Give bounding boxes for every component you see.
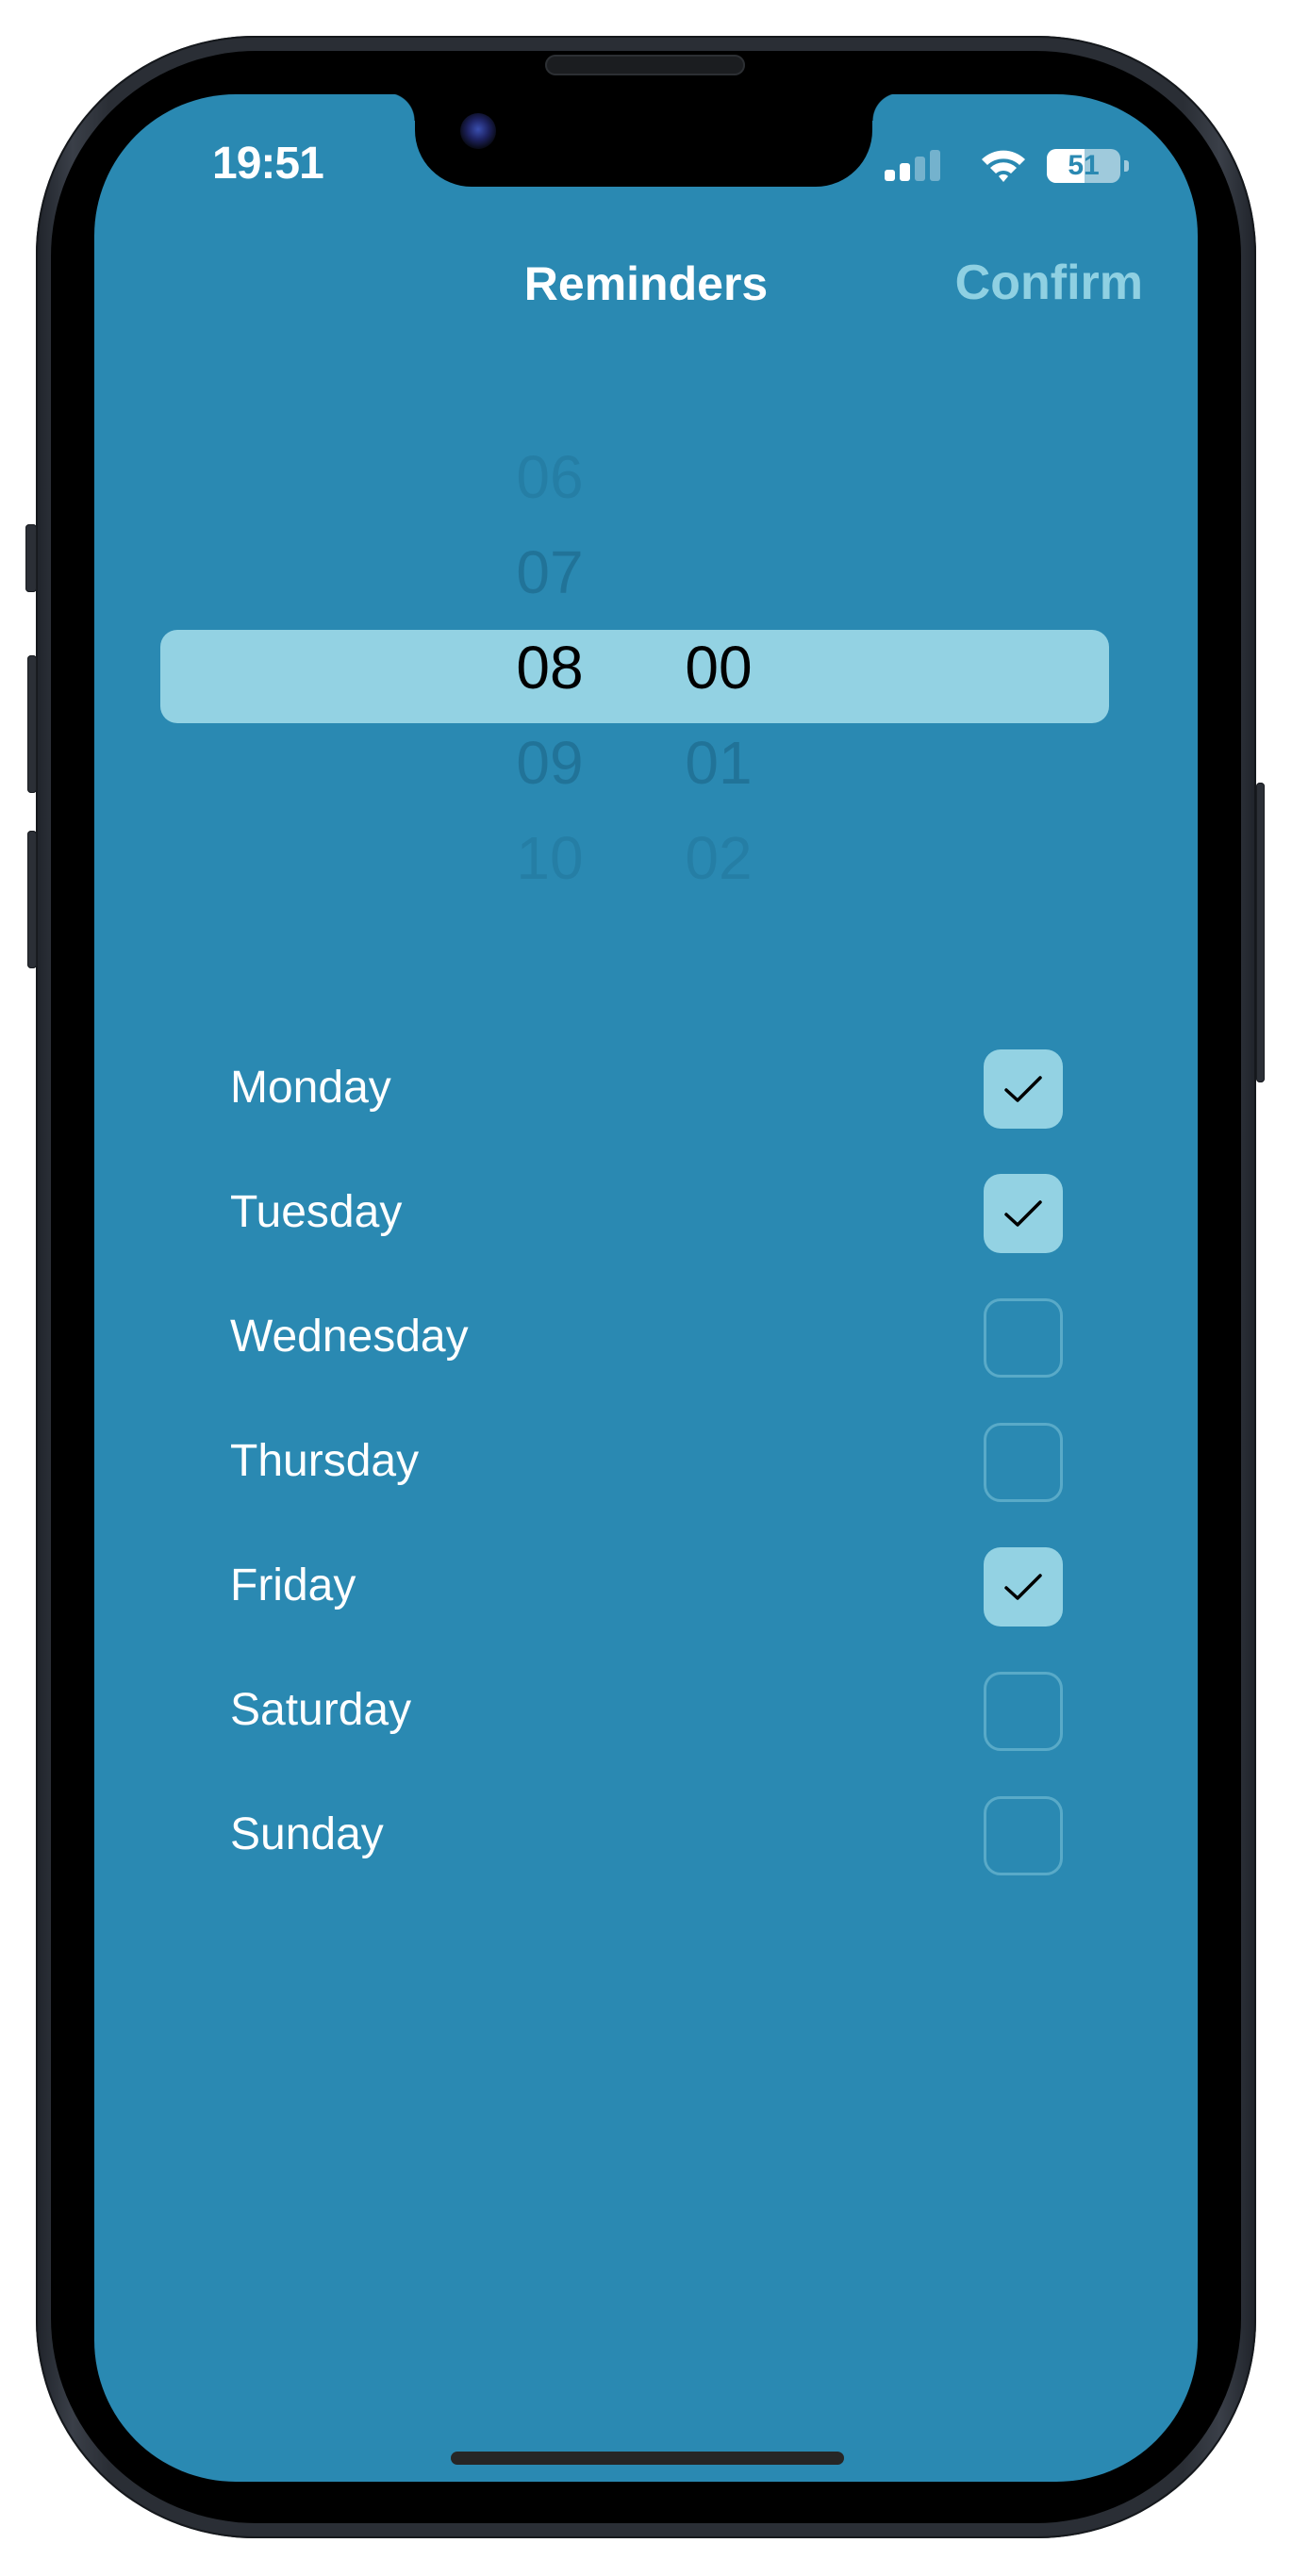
hour-wheel[interactable]: 06 07 08 09 10 xyxy=(484,415,616,892)
front-camera xyxy=(460,113,496,149)
checkmark-icon xyxy=(1004,1574,1042,1600)
day-row-tuesday[interactable]: Tuesday xyxy=(94,1162,1198,1265)
cellular-signal-icon xyxy=(885,147,943,185)
hour-option[interactable]: 06 xyxy=(484,439,616,515)
minute-option[interactable]: 01 xyxy=(653,725,785,801)
day-checkbox-wednesday[interactable] xyxy=(984,1298,1063,1378)
hour-option[interactable]: 07 xyxy=(484,535,616,610)
battery-percent: 51 xyxy=(1068,150,1100,181)
battery-icon: 51 xyxy=(1047,149,1120,183)
day-checkbox-thursday[interactable] xyxy=(984,1423,1063,1502)
day-row-sunday[interactable]: Sunday xyxy=(94,1784,1198,1888)
day-checkbox-tuesday[interactable] xyxy=(984,1174,1063,1253)
wifi-icon xyxy=(979,147,1028,185)
day-checkbox-sunday[interactable] xyxy=(984,1796,1063,1875)
volume-down-button xyxy=(27,831,37,968)
day-checkbox-monday[interactable] xyxy=(984,1049,1063,1129)
minute-wheel[interactable]: 00 01 02 xyxy=(653,415,785,892)
hour-option[interactable]: 09 xyxy=(484,725,616,801)
picker-selection-highlight xyxy=(160,630,1109,723)
volume-up-button xyxy=(27,655,37,793)
day-label: Friday xyxy=(230,1560,356,1610)
signal-bar xyxy=(930,150,940,181)
day-row-thursday[interactable]: Thursday xyxy=(94,1411,1198,1514)
day-row-wednesday[interactable]: Wednesday xyxy=(94,1286,1198,1390)
signal-bar xyxy=(885,170,895,181)
checkmark-icon xyxy=(1004,1076,1042,1102)
signal-bar xyxy=(900,163,910,181)
day-label: Tuesday xyxy=(230,1187,403,1237)
minute-option[interactable]: 00 xyxy=(653,630,785,705)
day-label: Thursday xyxy=(230,1436,420,1486)
signal-bar xyxy=(915,157,925,181)
hour-option[interactable]: 08 xyxy=(484,630,616,705)
day-checkbox-friday[interactable] xyxy=(984,1547,1063,1627)
home-indicator[interactable] xyxy=(451,2452,844,2465)
power-button xyxy=(1256,783,1265,1082)
battery-cap xyxy=(1124,160,1129,172)
minute-option[interactable]: 02 xyxy=(653,820,785,896)
silent-switch xyxy=(25,524,37,592)
hour-option[interactable]: 10 xyxy=(484,820,616,896)
day-label: Saturday xyxy=(230,1685,412,1735)
confirm-button[interactable]: Confirm xyxy=(955,255,1143,311)
day-row-monday[interactable]: Monday xyxy=(94,1037,1198,1141)
day-row-friday[interactable]: Friday xyxy=(94,1535,1198,1639)
earpiece-speaker xyxy=(545,55,745,75)
status-time: 19:51 xyxy=(212,139,324,189)
time-picker[interactable]: 06 07 08 09 10 00 01 02 xyxy=(94,415,1198,892)
day-row-saturday[interactable]: Saturday xyxy=(94,1660,1198,1763)
day-label: Sunday xyxy=(230,1809,384,1859)
app-screen: 19:51 51 Reminders Confirm 06 07 08 09 10 00… xyxy=(94,94,1198,2482)
day-label: Monday xyxy=(230,1063,391,1113)
checkmark-icon xyxy=(1004,1200,1042,1227)
day-label: Wednesday xyxy=(230,1312,469,1362)
day-checkbox-saturday[interactable] xyxy=(984,1672,1063,1751)
